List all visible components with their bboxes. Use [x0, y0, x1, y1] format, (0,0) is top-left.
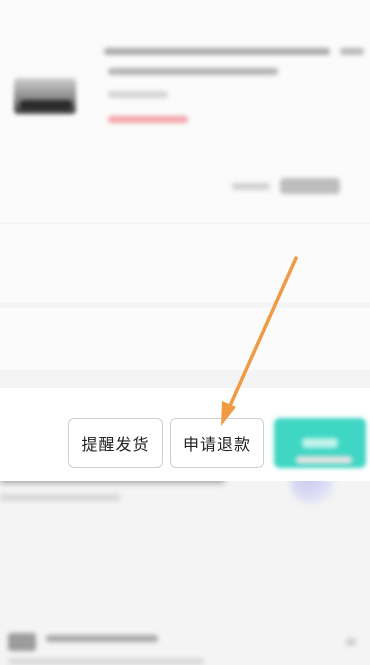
logistics-subtext-line [8, 658, 204, 665]
chevron-right-icon[interactable] [346, 638, 356, 646]
logistics-text-line [46, 635, 158, 642]
info-subtext-line [0, 494, 120, 501]
annotation-arrow-icon [221, 256, 298, 426]
logistics-icon [8, 633, 36, 651]
